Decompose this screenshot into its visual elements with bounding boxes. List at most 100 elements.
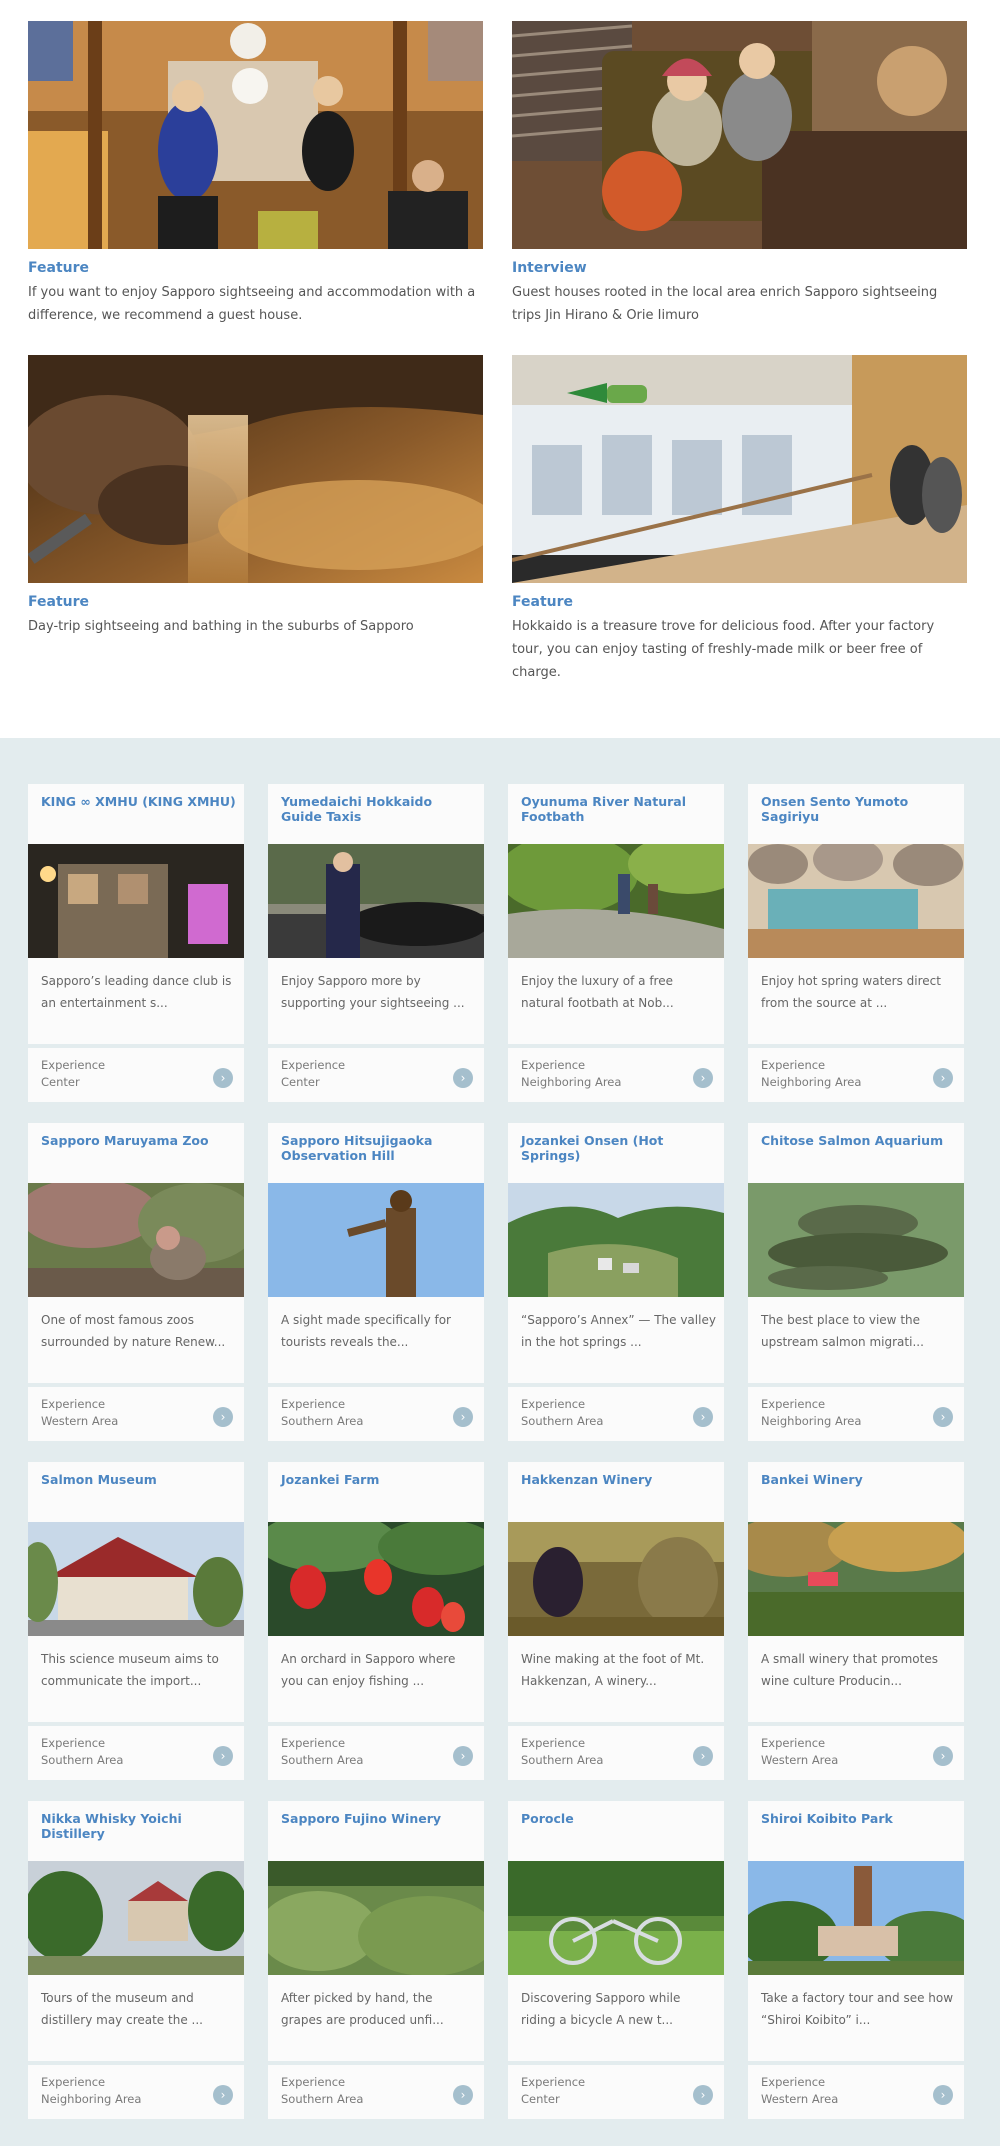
spot-photo[interactable] [748,844,964,958]
spot-photo[interactable] [268,1183,484,1297]
feature-category[interactable]: Interview [512,259,967,277]
spot-photo[interactable] [268,844,484,958]
spot-card[interactable]: Sapporo Fujino Winery After picked by ha… [268,1801,484,2119]
spot-title[interactable]: Hakkenzan Winery [521,1472,716,1487]
feature-category[interactable]: Feature [512,593,967,611]
feature-description[interactable]: Hokkaido is a treasure trove for delicio… [512,615,967,684]
arrow-right-icon[interactable]: › [933,2085,953,2105]
spot-card[interactable]: Hakkenzan Winery Wine making at the foot… [508,1462,724,1780]
spot-title[interactable]: Nikka Whisky Yoichi Distillery [41,1811,236,1841]
interview-card[interactable]: Interview Guest houses rooted in the loc… [512,21,967,327]
spot-area: Southern Area [281,1414,364,1428]
feature-description[interactable]: If you want to enjoy Sapporo sightseeing… [28,281,483,327]
spot-area: Southern Area [41,1753,124,1767]
arrow-right-icon[interactable]: › [453,1068,473,1088]
spot-photo[interactable] [268,1522,484,1636]
spot-photo[interactable] [748,1183,964,1297]
spot-description: Enjoy hot spring waters direct from the … [761,974,941,1010]
spot-area: Western Area [761,2092,839,2106]
feature-category[interactable]: Feature [28,593,483,611]
arrow-right-icon[interactable]: › [933,1746,953,1766]
spot-photo[interactable] [748,1522,964,1636]
feature-description[interactable]: Guest houses rooted in the local area en… [512,281,967,327]
arrow-right-icon[interactable]: › [693,1407,713,1427]
spot-description: The best place to view the upstream salm… [761,1313,924,1349]
spot-card[interactable]: Jozankei Farm An orchard in Sapporo wher… [268,1462,484,1780]
spot-photo[interactable] [508,1522,724,1636]
spot-card[interactable]: Jozankei Onsen (Hot Springs) “Sapporo’s … [508,1123,724,1441]
spot-title[interactable]: Sapporo Fujino Winery [281,1811,476,1826]
spot-type: Experience [521,1058,586,1072]
spot-title[interactable]: Shiroi Koibito Park [761,1811,956,1826]
spot-card[interactable]: Bankei Winery A small winery that promot… [748,1462,964,1780]
arrow-right-icon[interactable]: › [213,2085,233,2105]
spot-card[interactable]: Sapporo Maruyama Zoo One of most famous … [28,1123,244,1441]
guest-house-photo[interactable] [28,21,483,249]
spot-area: Neighboring Area [761,1075,862,1089]
spot-card[interactable]: Chitose Salmon Aquarium The best place t… [748,1123,964,1441]
interview-photo[interactable] [512,21,967,249]
spot-photo[interactable] [28,1522,244,1636]
spot-description: Sapporo’s leading dance club is an enter… [41,974,232,1010]
factory-tour-photo[interactable] [512,355,967,583]
arrow-right-icon[interactable]: › [213,1746,233,1766]
spot-photo[interactable] [28,1861,244,1975]
spot-card[interactable]: Yumedaichi Hokkaido Guide Taxis Enjoy Sa… [268,784,484,1102]
feature-category[interactable]: Feature [28,259,483,277]
spot-card[interactable]: Sapporo Hitsujigaoka Observation Hill A … [268,1123,484,1441]
spot-area: Southern Area [521,1753,604,1767]
spot-type: Experience [281,2075,346,2089]
feature-card[interactable]: Feature If you want to enjoy Sapporo sig… [28,21,483,327]
spot-card[interactable]: Porocle Discovering Sapporo while riding… [508,1801,724,2119]
arrow-right-icon[interactable]: › [933,1068,953,1088]
spot-card[interactable]: KING ∞ XMHU (KING XMHU) Sapporo’s leadin… [28,784,244,1102]
spot-title[interactable]: Sapporo Maruyama Zoo [41,1133,236,1148]
spot-photo[interactable] [508,844,724,958]
spot-title[interactable]: Bankei Winery [761,1472,956,1487]
spot-title[interactable]: Jozankei Farm [281,1472,476,1487]
spot-type: Experience [41,1058,106,1072]
spot-type: Experience [761,1397,826,1411]
spot-description: A small winery that promotes wine cultur… [761,1652,938,1688]
spot-description: Wine making at the foot of Mt. Hakkenzan… [521,1652,705,1688]
spot-title[interactable]: Jozankei Onsen (Hot Springs) [521,1133,716,1163]
spot-title[interactable]: Sapporo Hitsujigaoka Observation Hill [281,1133,476,1163]
arrow-right-icon[interactable]: › [213,1068,233,1088]
spot-card[interactable]: Onsen Sento Yumoto Sagiriyu Enjoy hot sp… [748,784,964,1102]
spot-title[interactable]: Oyunuma River Natural Footbath [521,794,716,824]
spot-photo[interactable] [28,844,244,958]
spot-title[interactable]: Salmon Museum [41,1472,236,1487]
arrow-right-icon[interactable]: › [933,1407,953,1427]
spot-description: One of most famous zoos surrounded by na… [41,1313,226,1349]
spot-card[interactable]: Shiroi Koibito Park Take a factory tour … [748,1801,964,2119]
spot-title[interactable]: Yumedaichi Hokkaido Guide Taxis [281,794,476,824]
spot-card[interactable]: Oyunuma River Natural Footbath Enjoy the… [508,784,724,1102]
arrow-right-icon[interactable]: › [453,2085,473,2105]
spot-type: Experience [761,2075,826,2089]
spot-photo[interactable] [508,1861,724,1975]
spot-photo[interactable] [508,1183,724,1297]
spot-area: Neighboring Area [761,1414,862,1428]
spot-photo[interactable] [748,1861,964,1975]
arrow-right-icon[interactable]: › [453,1407,473,1427]
spot-area: Southern Area [281,1753,364,1767]
spot-description: After picked by hand, the grapes are pro… [281,1991,444,2027]
spot-card[interactable]: Salmon Museum This science museum aims t… [28,1462,244,1780]
arrow-right-icon[interactable]: › [693,1746,713,1766]
feature-card[interactable]: Feature Day-trip sightseeing and bathing… [28,355,483,638]
arrow-right-icon[interactable]: › [213,1407,233,1427]
arrow-right-icon[interactable]: › [453,1746,473,1766]
spot-title[interactable]: KING ∞ XMHU (KING XMHU) [41,794,236,809]
spot-photo[interactable] [268,1861,484,1975]
spot-title[interactable]: Porocle [521,1811,716,1826]
spot-list-section: KING ∞ XMHU (KING XMHU) Sapporo’s leadin… [0,738,1000,2146]
spot-photo[interactable] [28,1183,244,1297]
feature-card[interactable]: Feature Hokkaido is a treasure trove for… [512,355,967,684]
spot-title[interactable]: Chitose Salmon Aquarium [761,1133,956,1148]
arrow-right-icon[interactable]: › [693,2085,713,2105]
hot-spring-photo[interactable] [28,355,483,583]
spot-card[interactable]: Nikka Whisky Yoichi Distillery Tours of … [28,1801,244,2119]
feature-description[interactable]: Day-trip sightseeing and bathing in the … [28,615,483,638]
spot-title[interactable]: Onsen Sento Yumoto Sagiriyu [761,794,956,824]
arrow-right-icon[interactable]: › [693,1068,713,1088]
